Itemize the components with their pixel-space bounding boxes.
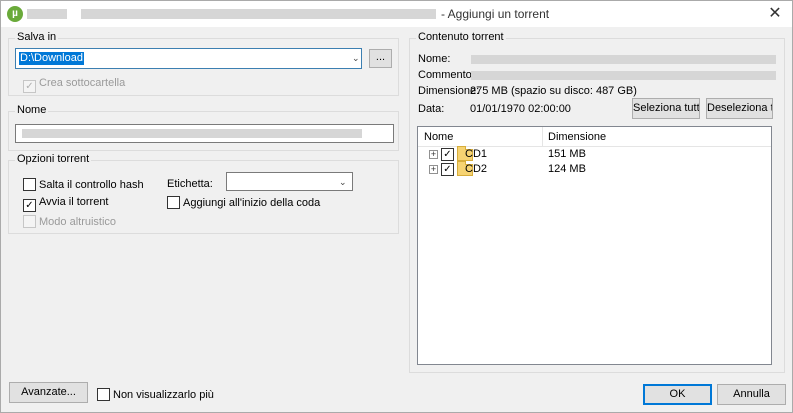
date-label: Data: xyxy=(418,103,445,115)
close-button[interactable]: ✕ xyxy=(764,3,786,25)
expand-icon[interactable]: + xyxy=(429,150,438,159)
utorrent-icon: µ xyxy=(7,6,23,22)
torrent-content-label: Contenuto torrent xyxy=(416,31,506,43)
date-value: 01/01/1970 02:00:00 xyxy=(470,103,571,115)
create-subfolder-checkbox[interactable]: ✓ Crea sottocartella xyxy=(23,77,126,93)
blurred-title xyxy=(27,9,67,19)
blurred-content-name xyxy=(471,55,776,64)
check-icon: ✓ xyxy=(23,199,36,212)
start-torrent-label: Avvia il torrent xyxy=(39,196,109,208)
add-torrent-dialog: µ - Aggiungi un torrent ✕ Salva in D:\Do… xyxy=(0,0,793,413)
row-name: CD1 xyxy=(465,148,488,160)
deselect-all-button[interactable]: Deseleziona tutto xyxy=(706,98,773,119)
torrent-name-input[interactable] xyxy=(15,124,394,143)
file-tree[interactable]: Nome Dimensione + ✓ CD1 151 MB + ✓ CD2 1… xyxy=(417,126,772,365)
chevron-down-icon[interactable]: ⌄ xyxy=(352,53,360,64)
content-name-label: Nome: xyxy=(418,53,451,65)
create-subfolder-label: Crea sottocartella xyxy=(39,77,126,89)
skip-hash-label: Salta il controllo hash xyxy=(39,179,144,191)
dont-show-again-label: Non visualizzarlo più xyxy=(113,389,214,401)
chevron-down-icon[interactable]: ⌄ xyxy=(339,177,347,188)
blurred-torrent-name xyxy=(22,129,362,138)
select-all-button[interactable]: Seleziona tutto xyxy=(632,98,700,119)
column-header-name[interactable]: Nome xyxy=(424,131,453,143)
ok-button[interactable]: OK xyxy=(643,384,712,405)
title-bar: µ - Aggiungi un torrent ✕ xyxy=(1,1,792,27)
comment-label: Commento: xyxy=(418,69,475,81)
name-group-label: Nome xyxy=(15,104,49,116)
skip-hash-checkbox[interactable]: Salta il controllo hash xyxy=(23,178,144,192)
save-path-value: D:\Download xyxy=(19,52,84,65)
window-title: - Aggiungi un torrent xyxy=(441,7,550,21)
start-torrent-checkbox[interactable]: ✓ Avvia il torrent xyxy=(23,196,109,212)
row-name: CD2 xyxy=(465,163,488,175)
check-icon[interactable]: ✓ xyxy=(441,148,454,161)
tree-row[interactable]: + ✓ CD2 124 MB xyxy=(418,161,771,178)
cancel-button[interactable]: Annulla xyxy=(717,384,786,405)
save-in-label: Salva in xyxy=(15,31,59,43)
file-tree-header: Nome Dimensione xyxy=(418,127,771,147)
check-icon[interactable]: ✓ xyxy=(441,163,454,176)
browse-button[interactable]: ... xyxy=(369,49,392,68)
column-header-size[interactable]: Dimensione xyxy=(548,131,606,143)
torrent-options-label: Opzioni torrent xyxy=(15,153,92,165)
blurred-comment xyxy=(471,71,776,80)
tag-combobox[interactable]: ⌄ xyxy=(226,172,353,191)
add-to-queue-top-checkbox[interactable]: Aggiungi all'inizio della coda xyxy=(167,196,320,210)
altruistic-mode-label: Modo altruistico xyxy=(39,216,117,228)
dont-show-again-checkbox[interactable]: Non visualizzarlo più xyxy=(97,388,214,402)
altruistic-mode-checkbox[interactable]: Modo altruistico xyxy=(23,215,116,229)
size-value: 275 MB (spazio su disco: 487 GB) xyxy=(470,85,637,97)
save-path-combobox[interactable]: D:\Download ⌄ xyxy=(15,48,362,69)
row-size: 124 MB xyxy=(548,163,586,175)
expand-icon[interactable]: + xyxy=(429,165,438,174)
tag-label: Etichetta: xyxy=(167,178,213,190)
advanced-button[interactable]: Avanzate... xyxy=(9,382,88,403)
blurred-title xyxy=(81,9,436,19)
tree-row[interactable]: + ✓ CD1 151 MB xyxy=(418,146,771,163)
check-icon: ✓ xyxy=(23,80,36,93)
row-size: 151 MB xyxy=(548,148,586,160)
add-to-queue-top-label: Aggiungi all'inizio della coda xyxy=(183,197,321,209)
